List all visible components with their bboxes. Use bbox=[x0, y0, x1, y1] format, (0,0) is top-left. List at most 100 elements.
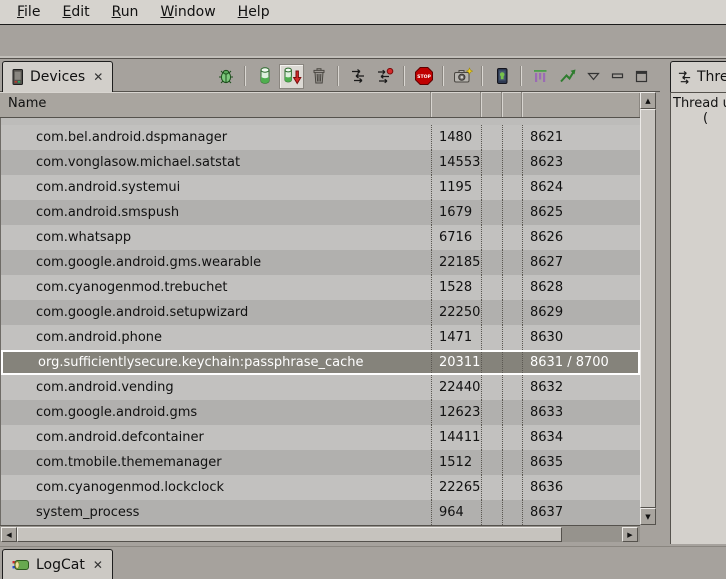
tab-logcat-close-icon[interactable]: ✕ bbox=[93, 558, 103, 572]
table-cell bbox=[481, 400, 502, 425]
screen-capture-button[interactable] bbox=[450, 64, 475, 89]
scroll-down-button[interactable]: ▼ bbox=[640, 508, 656, 525]
systrace-button[interactable] bbox=[555, 64, 580, 89]
table-row[interactable]: com.android.phone14718630 bbox=[1, 325, 640, 350]
table-cell bbox=[481, 425, 502, 450]
toolbar-separator bbox=[403, 66, 405, 86]
table-row[interactable]: com.cyanogenmod.trebuchet15288628 bbox=[1, 275, 640, 300]
table-cell bbox=[481, 150, 502, 175]
table-cell bbox=[481, 275, 502, 300]
table-row[interactable]: com.android.vending224408632 bbox=[1, 375, 640, 400]
view-menu-button[interactable] bbox=[582, 65, 604, 87]
threads-icon bbox=[350, 68, 366, 84]
table-cell bbox=[481, 325, 502, 350]
column-header-pid[interactable] bbox=[430, 92, 480, 117]
table-cell: 8631 / 8700 bbox=[522, 352, 638, 373]
scroll-left-button[interactable]: ◀ bbox=[1, 527, 17, 542]
tab-devices[interactable]: Devices ✕ bbox=[2, 61, 113, 92]
menu-edit-rest: dit bbox=[71, 4, 89, 20]
menu-file-mnemonic: F bbox=[17, 4, 24, 20]
menu-help[interactable]: Help bbox=[229, 2, 279, 22]
horizontal-scrollbar[interactable]: ◀ ▶ bbox=[0, 525, 640, 542]
vertical-scrollbar[interactable]: ▲ ▼ bbox=[640, 92, 656, 525]
table-cell: 22250 bbox=[431, 300, 481, 325]
update-heap-button[interactable] bbox=[252, 64, 277, 89]
vertical-scrollbar-thumb[interactable] bbox=[640, 109, 656, 508]
table-cell: com.google.android.gms.wearable bbox=[1, 250, 431, 275]
table-cell bbox=[481, 300, 502, 325]
tab-devices-label: Devices bbox=[30, 69, 85, 85]
table-row[interactable]: com.android.smspush16798625 bbox=[1, 200, 640, 225]
menu-run[interactable]: Run bbox=[103, 2, 148, 22]
table-cell: 8636 bbox=[522, 475, 640, 500]
cause-gc-button[interactable] bbox=[306, 64, 331, 89]
table-cell bbox=[502, 500, 522, 525]
table-cell: com.bel.android.dspmanager bbox=[1, 125, 431, 150]
menu-window-mnemonic: W bbox=[160, 4, 174, 20]
tab-devices-close-icon[interactable]: ✕ bbox=[93, 70, 103, 84]
dump-hprof-button[interactable] bbox=[279, 64, 304, 89]
table-cell: 8628 bbox=[522, 275, 640, 300]
table-cell: 1528 bbox=[431, 275, 481, 300]
table-cell bbox=[502, 125, 522, 150]
menu-help-rest: elp bbox=[248, 4, 269, 20]
table-row[interactable]: com.bel.android.dspmanager1480 8621 bbox=[1, 125, 640, 150]
scroll-up-button[interactable]: ▲ bbox=[640, 92, 656, 109]
scroll-up-icon: ▲ bbox=[645, 97, 650, 105]
table-row[interactable]: com.tmobile.thememanager15128635 bbox=[1, 450, 640, 475]
devices-panel: Devices ✕ bbox=[0, 59, 660, 546]
table-cell: 14411 bbox=[431, 425, 481, 450]
dump-view-hierarchy-button[interactable] bbox=[528, 64, 553, 89]
table-cell: com.android.defcontainer bbox=[1, 425, 431, 450]
menu-help-mnemonic: H bbox=[238, 4, 249, 20]
table-cell bbox=[502, 200, 522, 225]
tab-threads[interactable]: Threads bbox=[670, 61, 726, 92]
toolbar-separator bbox=[442, 66, 444, 86]
menu-file[interactable]: File bbox=[8, 2, 49, 22]
menu-run-mnemonic: R bbox=[112, 4, 121, 20]
table-cell: 8621 bbox=[522, 125, 640, 150]
table-cell: 1679 bbox=[431, 200, 481, 225]
horizontal-scrollbar-thumb[interactable] bbox=[17, 527, 562, 542]
panel-sash[interactable] bbox=[660, 59, 670, 546]
main-area: Devices ✕ bbox=[0, 59, 726, 546]
table-cell: 22185 bbox=[431, 250, 481, 275]
scroll-right-button[interactable]: ▶ bbox=[622, 527, 638, 542]
minimize-button[interactable] bbox=[606, 65, 628, 87]
table-cell: 1480 bbox=[431, 125, 481, 150]
debug-process-button[interactable] bbox=[213, 64, 238, 89]
column-header-4[interactable] bbox=[501, 92, 521, 117]
table-row[interactable]: com.vonglasow.michael.satstat145538623 bbox=[1, 150, 640, 175]
stop-label: STOP bbox=[417, 74, 431, 80]
capture-device-view-button[interactable] bbox=[489, 64, 514, 89]
table-row[interactable]: org.sufficientlysecure.keychain:passphra… bbox=[1, 350, 640, 375]
table-row[interactable]: com.google.android.gms126238633 bbox=[1, 400, 640, 425]
menu-edit-mnemonic: E bbox=[62, 4, 71, 20]
column-header-name[interactable]: Name bbox=[0, 92, 430, 117]
stop-process-button[interactable]: STOP bbox=[411, 64, 436, 89]
menu-window[interactable]: Window bbox=[151, 2, 224, 22]
table-row[interactable]: system_process9648637 bbox=[1, 500, 640, 525]
table-cell: com.android.vending bbox=[1, 375, 431, 400]
table-row[interactable]: com.whatsapp67168626 bbox=[1, 225, 640, 250]
bottom-bar: LogCat ✕ bbox=[0, 546, 726, 577]
table-row[interactable]: com.google.android.gms.wearable221858627 bbox=[1, 250, 640, 275]
column-header-port[interactable] bbox=[521, 92, 640, 117]
table-row[interactable]: com.google.android.setupwizard222508629 bbox=[1, 300, 640, 325]
maximize-button[interactable] bbox=[630, 65, 652, 87]
table-cell: 8626 bbox=[522, 225, 640, 250]
table-cell: com.cyanogenmod.lockclock bbox=[1, 475, 431, 500]
table-cell bbox=[502, 225, 522, 250]
update-threads-button[interactable] bbox=[345, 64, 370, 89]
table-cell: 20311 bbox=[431, 352, 481, 373]
table-row[interactable]: com.android.systemui11958624 bbox=[1, 175, 640, 200]
table-row[interactable]: com.cyanogenmod.lockclock222658636 bbox=[1, 475, 640, 500]
column-header-3[interactable] bbox=[480, 92, 501, 117]
method-profiling-button[interactable] bbox=[372, 64, 397, 89]
phone-capture-icon bbox=[494, 67, 510, 85]
tab-logcat[interactable]: LogCat ✕ bbox=[2, 549, 113, 579]
menu-edit[interactable]: Edit bbox=[53, 2, 98, 22]
table-row[interactable]: com.android.defcontainer144118634 bbox=[1, 425, 640, 450]
table-cell bbox=[502, 425, 522, 450]
trash-icon bbox=[311, 67, 327, 85]
